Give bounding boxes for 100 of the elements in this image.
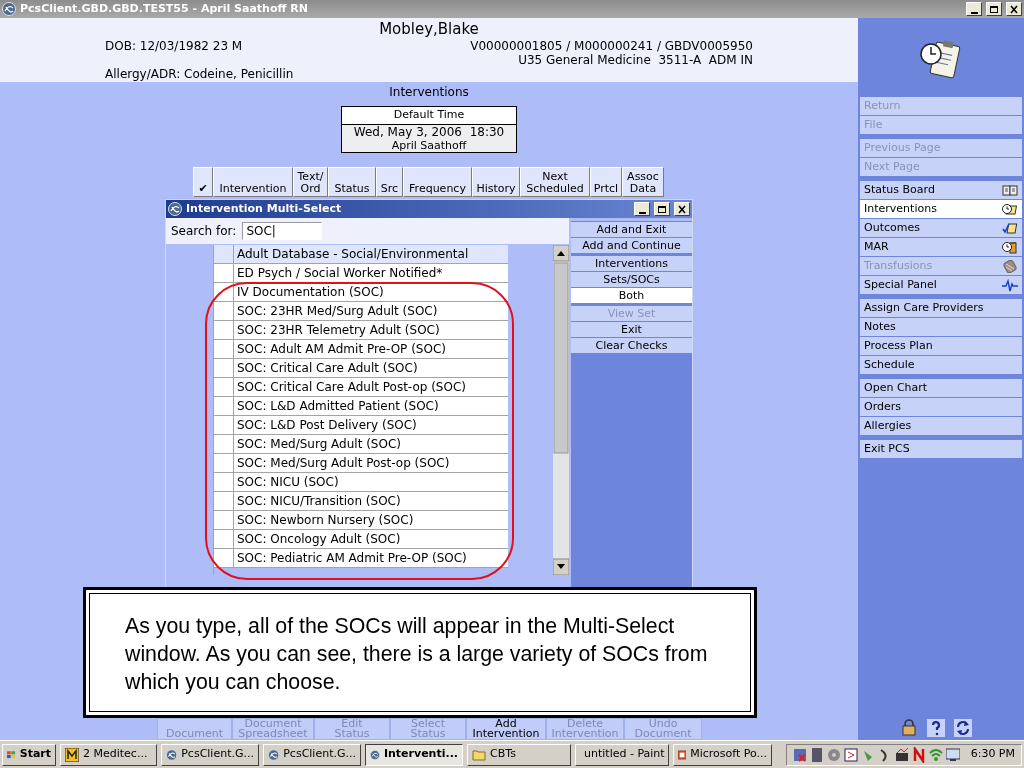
checkbox-cell[interactable] xyxy=(214,264,234,282)
checkbox-cell[interactable] xyxy=(214,454,234,472)
column-header[interactable]: Src xyxy=(376,166,403,197)
panel-button[interactable]: Clear Checks xyxy=(571,338,692,353)
panel-button[interactable]: Exit xyxy=(571,322,692,337)
checkbox-cell[interactable] xyxy=(214,435,234,453)
app-icon xyxy=(168,202,182,216)
list-item[interactable]: Adult Database - Social/Environmental xyxy=(234,245,508,263)
taskbar-button[interactable]: Interventi... xyxy=(365,743,463,766)
device-icon[interactable] xyxy=(809,746,824,763)
column-header[interactable]: Assoc Data xyxy=(622,166,664,197)
list-item[interactable]: SOC: Newborn Nursery (SOC) xyxy=(234,511,508,529)
taskbar-button[interactable]: PcsClient.G... xyxy=(161,743,259,766)
column-header[interactable]: Text/ Ord xyxy=(293,166,328,197)
sidebar-item[interactable]: Assign Care Providers xyxy=(860,299,1022,317)
close-button[interactable] xyxy=(1006,2,1022,16)
chart-icon[interactable] xyxy=(894,746,909,763)
sidebar-item[interactable]: MAR xyxy=(860,238,1022,256)
sidebar-item[interactable]: Open Chart xyxy=(860,379,1022,397)
search-label: Search for: xyxy=(171,223,237,240)
checkbox-cell[interactable] xyxy=(214,245,234,263)
list-item[interactable]: SOC: Pediatric AM Admit Pre-OP (SOC) xyxy=(234,549,508,567)
checkbox-cell[interactable] xyxy=(214,397,234,415)
start-button[interactable]: Start xyxy=(2,743,56,766)
help-button[interactable] xyxy=(927,719,945,737)
sidebar-item[interactable]: Status Board xyxy=(860,181,1022,199)
sidebar-item[interactable]: Orders xyxy=(860,398,1022,416)
clock-bottle-icon xyxy=(1002,240,1018,254)
patient-location: U35 General Medicine 3511-A ADM IN xyxy=(518,52,753,69)
sidebar-item[interactable]: Exit PCS xyxy=(860,440,1022,458)
checkbox-cell[interactable] xyxy=(214,302,234,320)
checkbox-cell[interactable] xyxy=(214,283,234,301)
sidebar-item[interactable]: Process Plan xyxy=(860,337,1022,355)
checkbox-cell[interactable] xyxy=(214,340,234,358)
sidebar-item[interactable]: Allergies xyxy=(860,417,1022,435)
checkbox-cell[interactable] xyxy=(214,549,234,567)
minimize-button[interactable] xyxy=(966,2,982,16)
checkbox-cell[interactable] xyxy=(214,378,234,396)
checklist-icon xyxy=(1002,221,1018,235)
taskbar-button[interactable]: untitled - Paint xyxy=(575,743,669,766)
disc-icon[interactable] xyxy=(826,746,841,763)
checkbox-cell[interactable] xyxy=(214,492,234,510)
close-button[interactable] xyxy=(674,202,690,216)
panel-button[interactable]: Add and Exit xyxy=(571,222,692,237)
list-item[interactable]: SOC: 23HR Med/Surg Adult (SOC) xyxy=(234,302,508,320)
list-item[interactable]: SOC: NICU (SOC) xyxy=(234,473,508,491)
list-item[interactable]: SOC: Critical Care Adult Post-op (SOC) xyxy=(234,378,508,396)
console-icon[interactable] xyxy=(843,746,858,763)
list-item[interactable]: SOC: L&D Post Delivery (SOC) xyxy=(234,416,508,434)
column-header[interactable]: ✔ xyxy=(193,166,213,197)
sidebar-item[interactable]: Outcomes xyxy=(860,219,1022,237)
column-header[interactable]: Prtcl xyxy=(590,166,622,197)
maximize-button[interactable] xyxy=(986,2,1002,16)
list-item[interactable]: SOC: Critical Care Adult (SOC) xyxy=(234,359,508,377)
column-header[interactable]: History xyxy=(472,166,520,197)
checkbox-cell[interactable] xyxy=(214,359,234,377)
list-item[interactable]: IV Documentation (SOC) xyxy=(234,283,508,301)
panel-button[interactable]: Add and Continue xyxy=(571,238,692,253)
list-item[interactable]: SOC: Med/Surg Adult (SOC) xyxy=(234,435,508,453)
letter-n-icon[interactable] xyxy=(911,746,926,763)
checkbox-cell[interactable] xyxy=(214,416,234,434)
column-header[interactable]: Frequency xyxy=(403,166,472,197)
dialog-title: Intervention Multi-Select xyxy=(186,200,343,217)
checkbox-cell[interactable] xyxy=(214,511,234,529)
taskbar-button[interactable]: Microsoft Po... xyxy=(673,743,772,766)
column-header[interactable]: Status xyxy=(328,166,376,197)
column-header[interactable]: Intervention xyxy=(213,166,293,197)
list-item[interactable]: ED Psych / Social Worker Notified* xyxy=(234,264,508,282)
panel-button[interactable]: Sets/SOCs xyxy=(571,272,692,287)
search-field[interactable]: SOC| xyxy=(242,222,323,240)
taskbar-button[interactable]: CBTs xyxy=(467,743,571,766)
list-item[interactable]: SOC: Oncology Adult (SOC) xyxy=(234,530,508,548)
taskbar-button[interactable]: PcsClient.G... xyxy=(263,743,361,766)
list-item[interactable]: SOC: L&D Admitted Patient (SOC) xyxy=(234,397,508,415)
sidebar-item[interactable]: Special Panel xyxy=(860,276,1022,294)
list-item[interactable]: SOC: Med/Surg Adult Post-op (SOC) xyxy=(234,454,508,472)
sidebar-item[interactable]: Schedule xyxy=(860,356,1022,374)
maximize-button[interactable] xyxy=(654,202,670,216)
checkbox-cell[interactable] xyxy=(214,530,234,548)
refresh-button[interactable] xyxy=(954,719,972,737)
app-icon xyxy=(166,747,178,762)
column-header[interactable]: Next Scheduled xyxy=(520,166,590,197)
close-icon xyxy=(676,203,688,215)
minimize-button[interactable] xyxy=(634,202,650,216)
toolbar-button[interactable]: Add Intervention xyxy=(466,718,546,740)
sidebar-item[interactable]: Interventions xyxy=(860,200,1022,218)
checkbox-cell[interactable] xyxy=(214,473,234,491)
presentation-icon xyxy=(678,747,687,762)
taskbar-button[interactable]: 2 Meditec... xyxy=(60,743,157,766)
network-error-icon[interactable] xyxy=(792,746,807,763)
list-item[interactable]: SOC: Adult AM Admit Pre-OP (SOC) xyxy=(234,340,508,358)
list-item[interactable]: SOC: 23HR Telemetry Adult (SOC) xyxy=(234,321,508,339)
panel-button[interactable]: Both xyxy=(571,288,692,303)
lock-button[interactable] xyxy=(900,719,918,737)
monitor-icon[interactable] xyxy=(945,746,960,763)
panel-button[interactable]: Interventions xyxy=(571,256,692,271)
list-item[interactable]: SOC: NICU/Transition (SOC) xyxy=(234,492,508,510)
checkbox-cell[interactable] xyxy=(214,321,234,339)
scrollbar[interactable] xyxy=(553,245,569,575)
sidebar-item[interactable]: Notes xyxy=(860,318,1022,336)
